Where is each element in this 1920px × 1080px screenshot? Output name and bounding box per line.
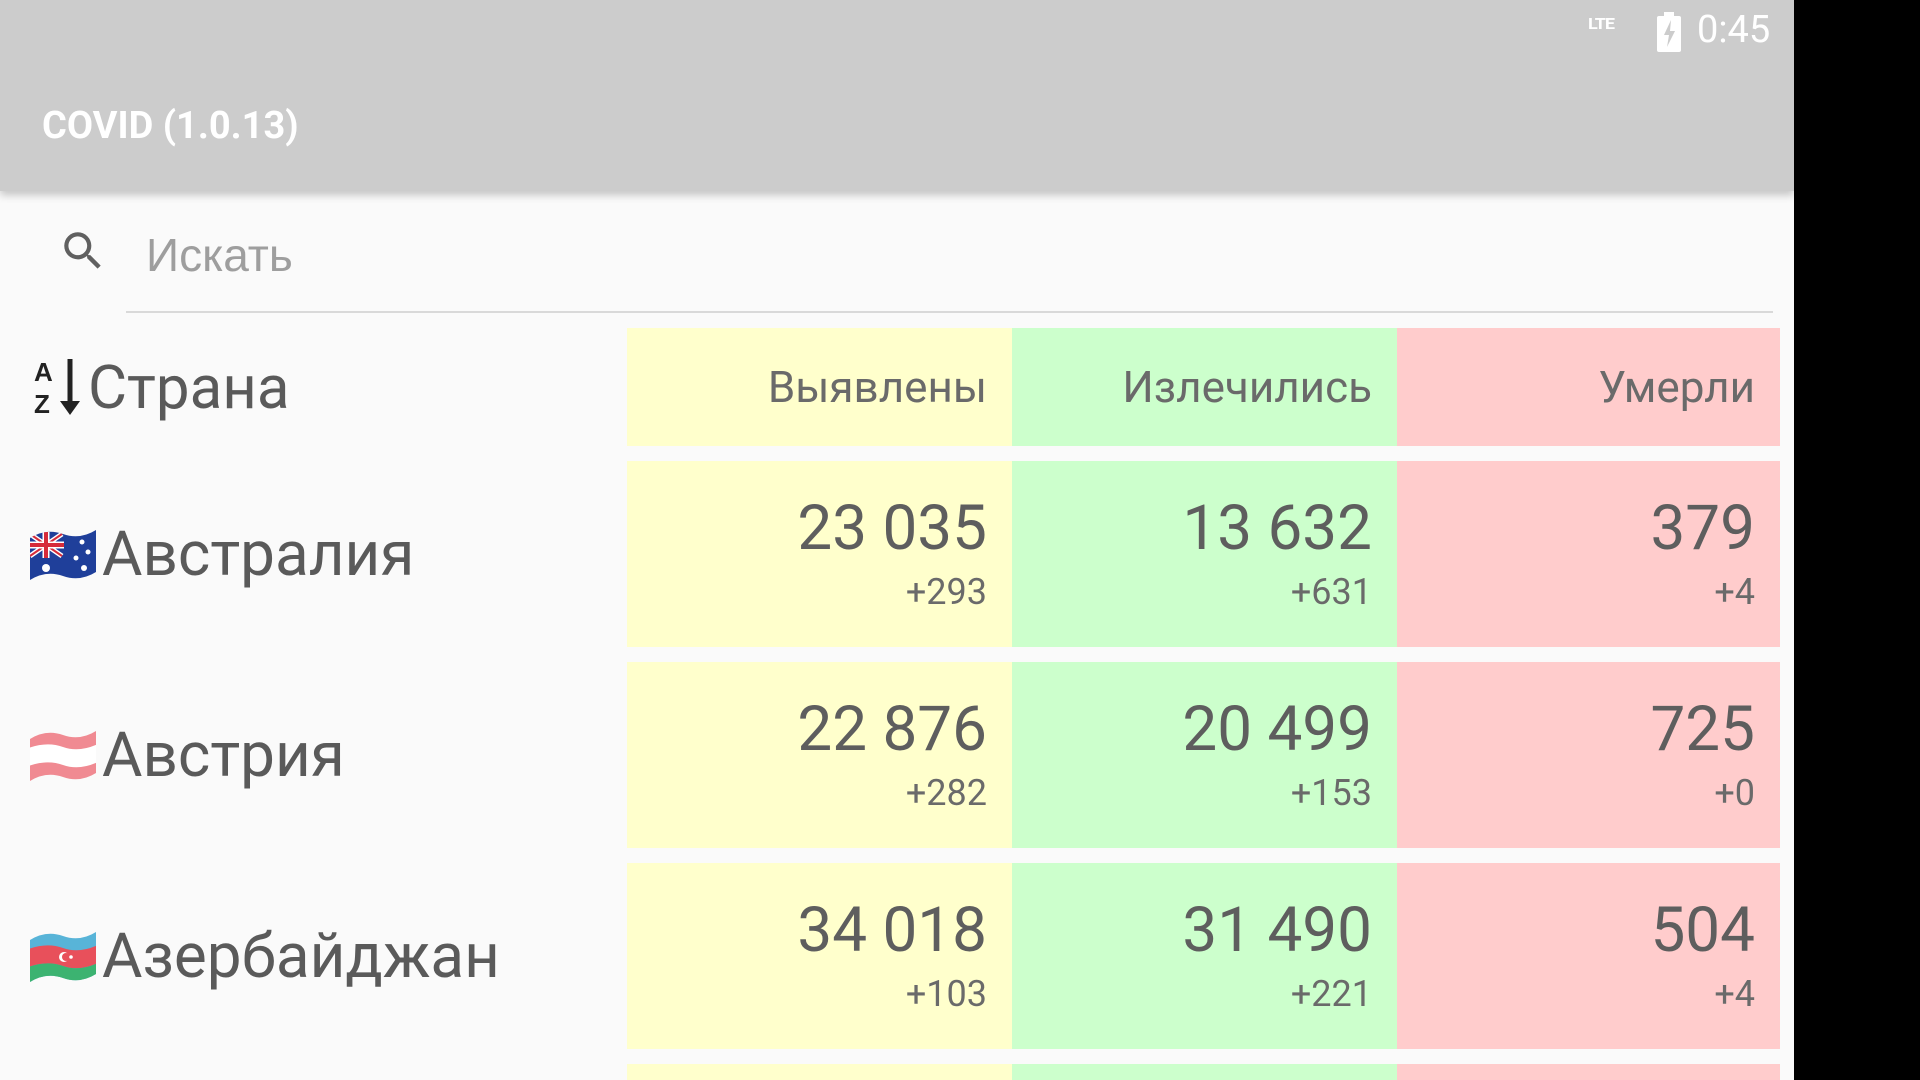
- table-row[interactable]: Австралия 23 035 +293 13 632 +631 379 +4: [0, 461, 1794, 647]
- country-name: Австралия: [102, 517, 415, 591]
- battery-charging-icon: [1657, 12, 1681, 52]
- austria-flag-icon: [30, 731, 96, 781]
- confirmed-delta: +293: [905, 571, 987, 613]
- deaths-cell: [1397, 1064, 1780, 1080]
- confirmed-cell: 23 035 +293: [627, 461, 1012, 647]
- table-row[interactable]: Азербайджан 34 018 +103 31 490 +221 504 …: [0, 863, 1794, 1049]
- confirmed-cell: [627, 1064, 1012, 1080]
- confirmed-cell: 22 876 +282: [627, 662, 1012, 848]
- app-title: COVID (1.0.13): [42, 104, 299, 148]
- recovered-total: 31 490: [1182, 894, 1372, 967]
- search-underline: [126, 311, 1773, 313]
- recovered-cell: 13 632 +631: [1012, 461, 1397, 647]
- svg-text:Z: Z: [34, 389, 50, 419]
- deaths-cell: 504 +4: [1397, 863, 1780, 1049]
- status-time: 0:45: [1697, 8, 1771, 52]
- australia-flag-icon: [30, 530, 96, 580]
- country-name: Азербайджан: [102, 919, 500, 993]
- confirmed-header[interactable]: Выявлены: [627, 328, 1012, 446]
- country-header-label: Страна: [88, 351, 290, 423]
- app-bar: LTE 0:45 COVID (1.0.13): [0, 0, 1794, 191]
- deaths-header[interactable]: Умерли: [1397, 328, 1780, 446]
- recovered-cell: 20 499 +153: [1012, 662, 1397, 848]
- network-indicator: LTE: [1588, 15, 1615, 34]
- table-row[interactable]: Австрия 22 876 +282 20 499 +153 725 +0: [0, 662, 1794, 848]
- recovered-delta: +631: [1290, 571, 1372, 613]
- country-cell: Азербайджан: [26, 863, 500, 1049]
- country-cell: Австрия: [26, 662, 345, 848]
- sort-alpha-icon: A Z: [34, 357, 80, 419]
- confirmed-total: 22 876: [797, 693, 987, 766]
- confirmed-total: 34 018: [797, 894, 987, 967]
- recovered-cell: [1012, 1064, 1397, 1080]
- deaths-cell: 725 +0: [1397, 662, 1780, 848]
- search-icon[interactable]: [58, 226, 108, 276]
- deaths-delta: +0: [1714, 772, 1755, 814]
- country-name: Австрия: [102, 718, 345, 792]
- app-screen: LTE 0:45 COVID (1.0.13) A Z Страна Выявл…: [0, 0, 1794, 1080]
- system-nav-strip: [1794, 0, 1920, 1080]
- deaths-total: 504: [1650, 894, 1755, 967]
- deaths-delta: +4: [1714, 973, 1755, 1015]
- deaths-total: 725: [1650, 693, 1755, 766]
- svg-text:A: A: [34, 357, 53, 387]
- search-input[interactable]: [146, 220, 1766, 290]
- deaths-total: 379: [1650, 492, 1755, 565]
- deaths-delta: +4: [1714, 571, 1755, 613]
- confirmed-total: 23 035: [797, 492, 987, 565]
- table-row-partial: [0, 1064, 1794, 1080]
- recovered-cell: 31 490 +221: [1012, 863, 1397, 1049]
- table-header-row: A Z Страна Выявлены Излечились Умерли: [0, 328, 1794, 446]
- country-sort-header[interactable]: A Z Страна: [30, 328, 289, 446]
- confirmed-delta: +282: [905, 772, 987, 814]
- recovered-header[interactable]: Излечились: [1012, 328, 1397, 446]
- recovered-total: 20 499: [1182, 693, 1372, 766]
- recovered-total: 13 632: [1182, 492, 1372, 565]
- country-cell: Австралия: [26, 461, 414, 647]
- recovered-delta: +153: [1290, 772, 1372, 814]
- recovered-delta: +221: [1290, 973, 1372, 1015]
- confirmed-delta: +103: [905, 973, 987, 1015]
- deaths-cell: 379 +4: [1397, 461, 1780, 647]
- confirmed-cell: 34 018 +103: [627, 863, 1012, 1049]
- azerbaijan-flag-icon: [30, 932, 96, 982]
